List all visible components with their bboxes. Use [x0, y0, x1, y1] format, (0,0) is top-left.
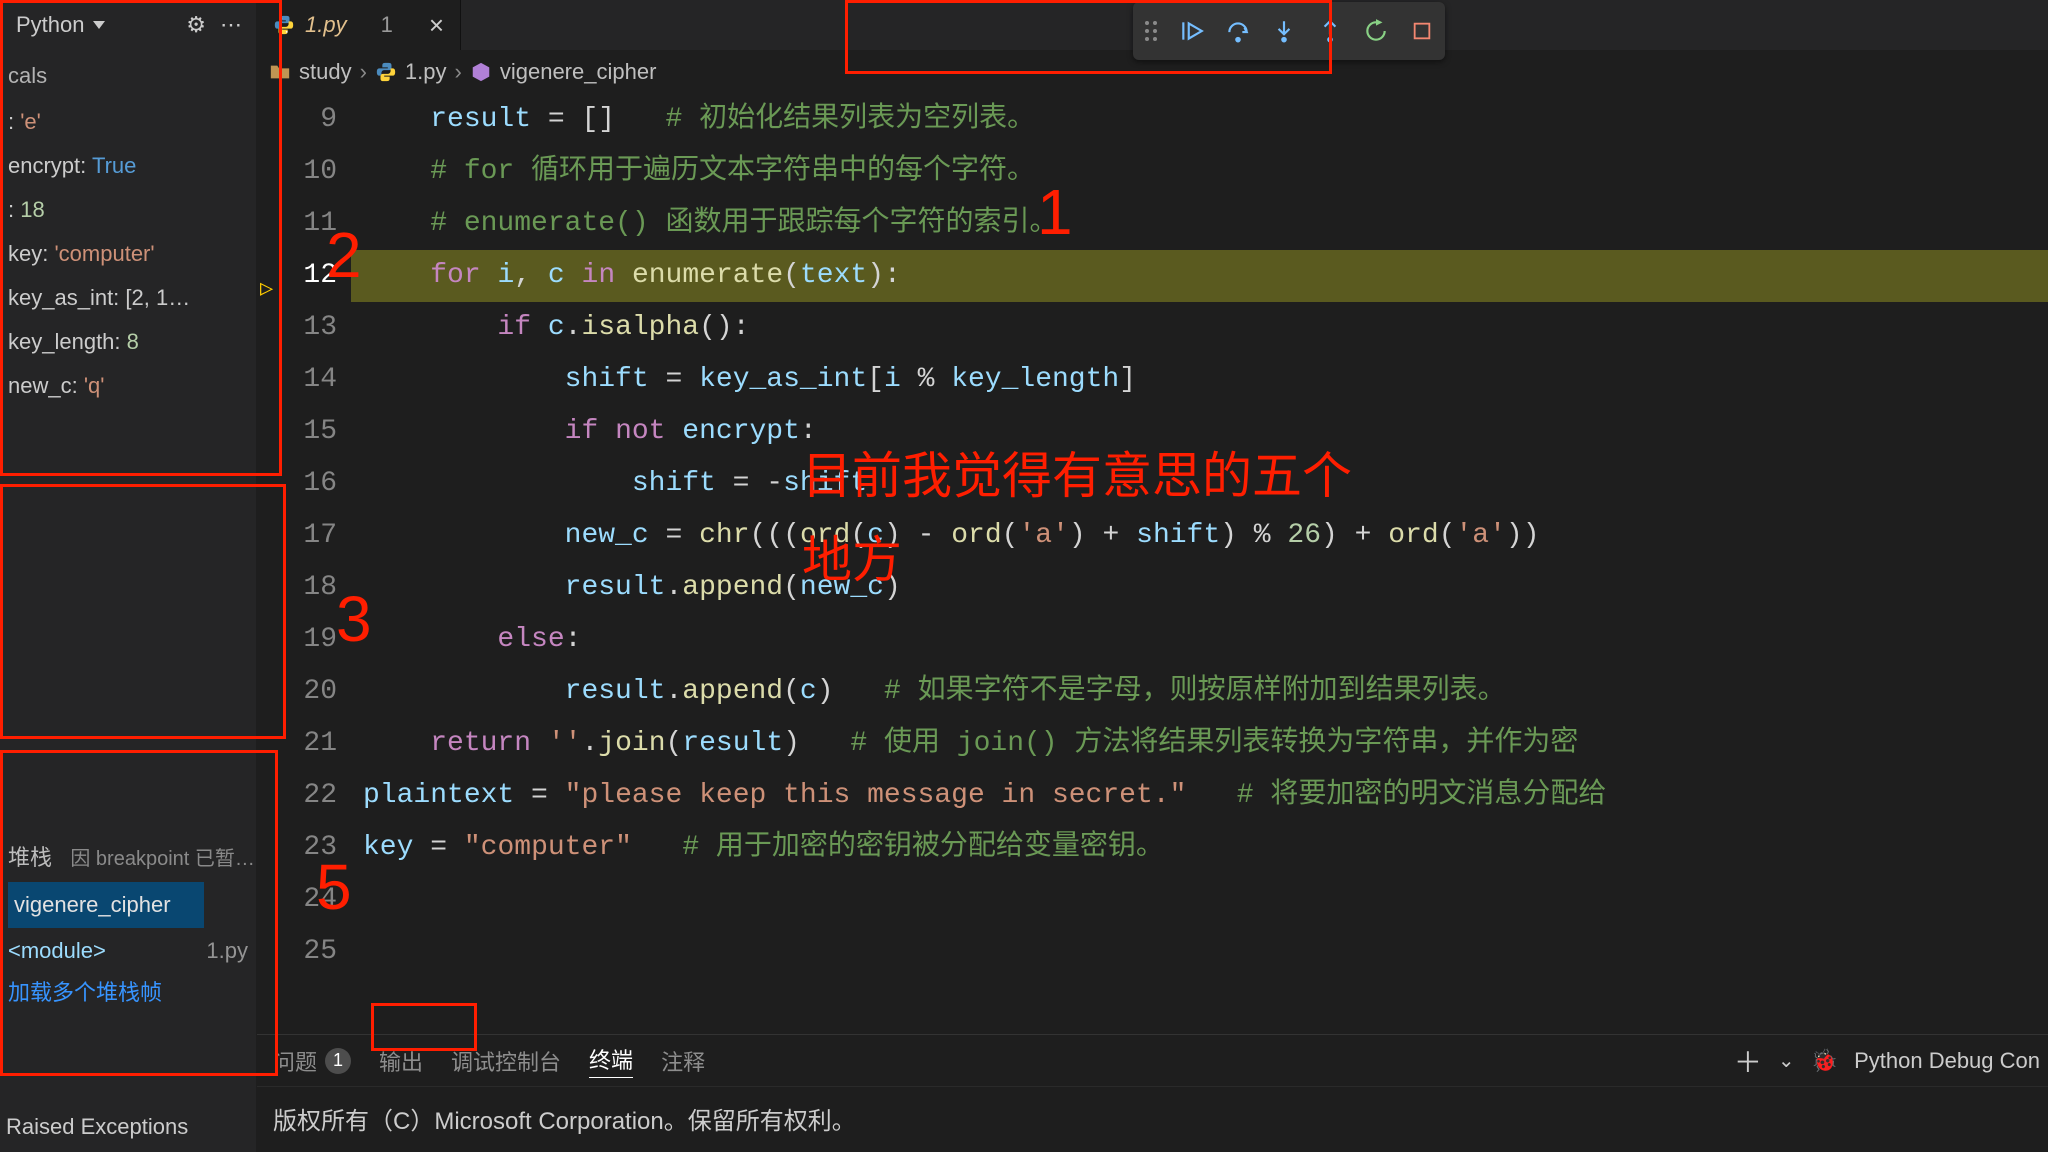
- chevron-right-icon: ›: [455, 59, 462, 85]
- local-variable[interactable]: : 'e': [8, 100, 248, 144]
- panel-tab-problems[interactable]: 问题 1: [273, 1045, 351, 1077]
- debug-continue-button[interactable]: [1169, 8, 1215, 54]
- panel-tab-comments[interactable]: 注释: [661, 1045, 705, 1077]
- callstack-file: 1.py: [206, 930, 256, 972]
- panel-dropdown-icon[interactable]: ⌄: [1778, 1048, 1795, 1073]
- load-more-frames-link[interactable]: 加载多个堆栈帧: [8, 972, 256, 1014]
- debugger-select[interactable]: Python: [16, 12, 105, 38]
- chevron-down-icon: [93, 21, 105, 35]
- tab-count: 1: [357, 12, 393, 38]
- callstack-status: 因 breakpoint 已暂…: [70, 848, 255, 870]
- code-line[interactable]: result.append(new_c): [351, 562, 2048, 614]
- debug-step-over-button[interactable]: [1215, 8, 1261, 54]
- breadcrumb-symbol: vigenere_cipher: [500, 59, 657, 85]
- code-line[interactable]: if not encrypt:: [351, 406, 2048, 458]
- code-line[interactable]: # for 循环用于遍历文本字符串中的每个字符。: [351, 146, 2048, 198]
- debug-sidebar: Python ⚙ ⋯ cals : 'e'encrypt: True: 18ke…: [0, 0, 257, 1152]
- debug-step-out-button[interactable]: [1307, 8, 1353, 54]
- code-line[interactable]: plaintext = "please keep this message in…: [351, 770, 2048, 822]
- code-line[interactable]: else:: [351, 614, 2048, 666]
- panel-tab-terminal[interactable]: 终端: [589, 1043, 633, 1078]
- panel-session-label: Python Debug Con: [1854, 1048, 2040, 1074]
- editor-main: 1.py 1 × study › 1.py › vigenere_cipher …: [257, 0, 2048, 1152]
- debugger-name: Python: [16, 12, 85, 38]
- locals-title: cals: [8, 50, 248, 100]
- breadcrumb-folder: study: [299, 59, 352, 85]
- code-line[interactable]: result.append(c) # 如果字符不是字母，则按原样附加到结果列表。: [351, 666, 2048, 718]
- folder-icon: [269, 61, 291, 83]
- code-line[interactable]: new_c = chr(((ord(c) - ord('a') + shift)…: [351, 510, 2048, 562]
- raised-exceptions-label: Raised Exceptions: [6, 1114, 188, 1139]
- callstack-frame[interactable]: vigenere_cipher: [8, 882, 204, 928]
- local-variable[interactable]: key_as_int: [2, 1…: [8, 276, 248, 320]
- code-line[interactable]: return ''.join(result) # 使用 join() 方法将结果…: [351, 718, 2048, 770]
- panel-tab-output[interactable]: 输出: [379, 1045, 423, 1077]
- code-line[interactable]: result = [] # 初始化结果列表为空列表。: [351, 94, 2048, 146]
- callstack-title: 堆栈: [8, 845, 52, 870]
- more-icon[interactable]: ⋯: [220, 12, 242, 38]
- file-tab[interactable]: 1.py 1 ×: [257, 0, 461, 50]
- code-line[interactable]: shift = -shift: [351, 458, 2048, 510]
- bug-icon: 🐞: [1811, 1048, 1838, 1074]
- panel-add-icon[interactable]: ＋: [1734, 1041, 1762, 1081]
- terminal-output[interactable]: 版权所有（C）Microsoft Corporation。保留所有权利。: [257, 1087, 2048, 1150]
- panel-tab-debug-console[interactable]: 调试控制台: [451, 1045, 561, 1077]
- raised-exceptions-row[interactable]: Raised Exceptions: [0, 1104, 256, 1140]
- local-variable[interactable]: key_length: 8: [8, 320, 248, 364]
- code-line[interactable]: for i, c in enumerate(text):: [351, 250, 2048, 302]
- tab-close-icon[interactable]: ×: [429, 15, 444, 35]
- code-line[interactable]: shift = key_as_int[i % key_length]: [351, 354, 2048, 406]
- breadcrumb-file: 1.py: [405, 59, 447, 85]
- tab-filename: 1.py: [305, 12, 347, 38]
- problems-badge: 1: [325, 1048, 351, 1074]
- code-editor[interactable]: ▷ 910111213141516171819202122232425 resu…: [257, 94, 2048, 1034]
- symbol-icon: [470, 61, 492, 83]
- debug-step-into-button[interactable]: [1261, 8, 1307, 54]
- python-file-icon: [273, 14, 295, 36]
- code-line[interactable]: key = "computer" # 用于加密的密钥被分配给变量密钥。: [351, 822, 2048, 874]
- callstack-module-row[interactable]: <module> 1.py: [8, 930, 256, 972]
- execution-pointer-icon: ▷: [260, 264, 273, 316]
- gear-icon[interactable]: ⚙: [186, 12, 206, 38]
- local-variable[interactable]: new_c: 'q': [8, 364, 248, 408]
- bottom-panel: 问题 1 输出 调试控制台 终端 注释 ＋ ⌄ 🐞 Python Debug C…: [257, 1034, 2048, 1152]
- python-file-icon: [375, 61, 397, 83]
- debug-stop-button[interactable]: [1399, 8, 1445, 54]
- chevron-right-icon: ›: [360, 59, 367, 85]
- local-variable[interactable]: : 18: [8, 188, 248, 232]
- local-variable[interactable]: encrypt: True: [8, 144, 248, 188]
- code-line[interactable]: if c.isalpha():: [351, 302, 2048, 354]
- local-variable[interactable]: key: 'computer': [8, 232, 248, 276]
- debug-toolbar: [1133, 2, 1445, 60]
- debug-restart-button[interactable]: [1353, 8, 1399, 54]
- line-number-gutter: 910111213141516171819202122232425: [281, 94, 351, 1034]
- code-line[interactable]: # enumerate() 函数用于跟踪每个字符的索引。: [351, 198, 2048, 250]
- callstack-module: <module>: [8, 938, 106, 963]
- toolbar-grip[interactable]: [1133, 21, 1169, 41]
